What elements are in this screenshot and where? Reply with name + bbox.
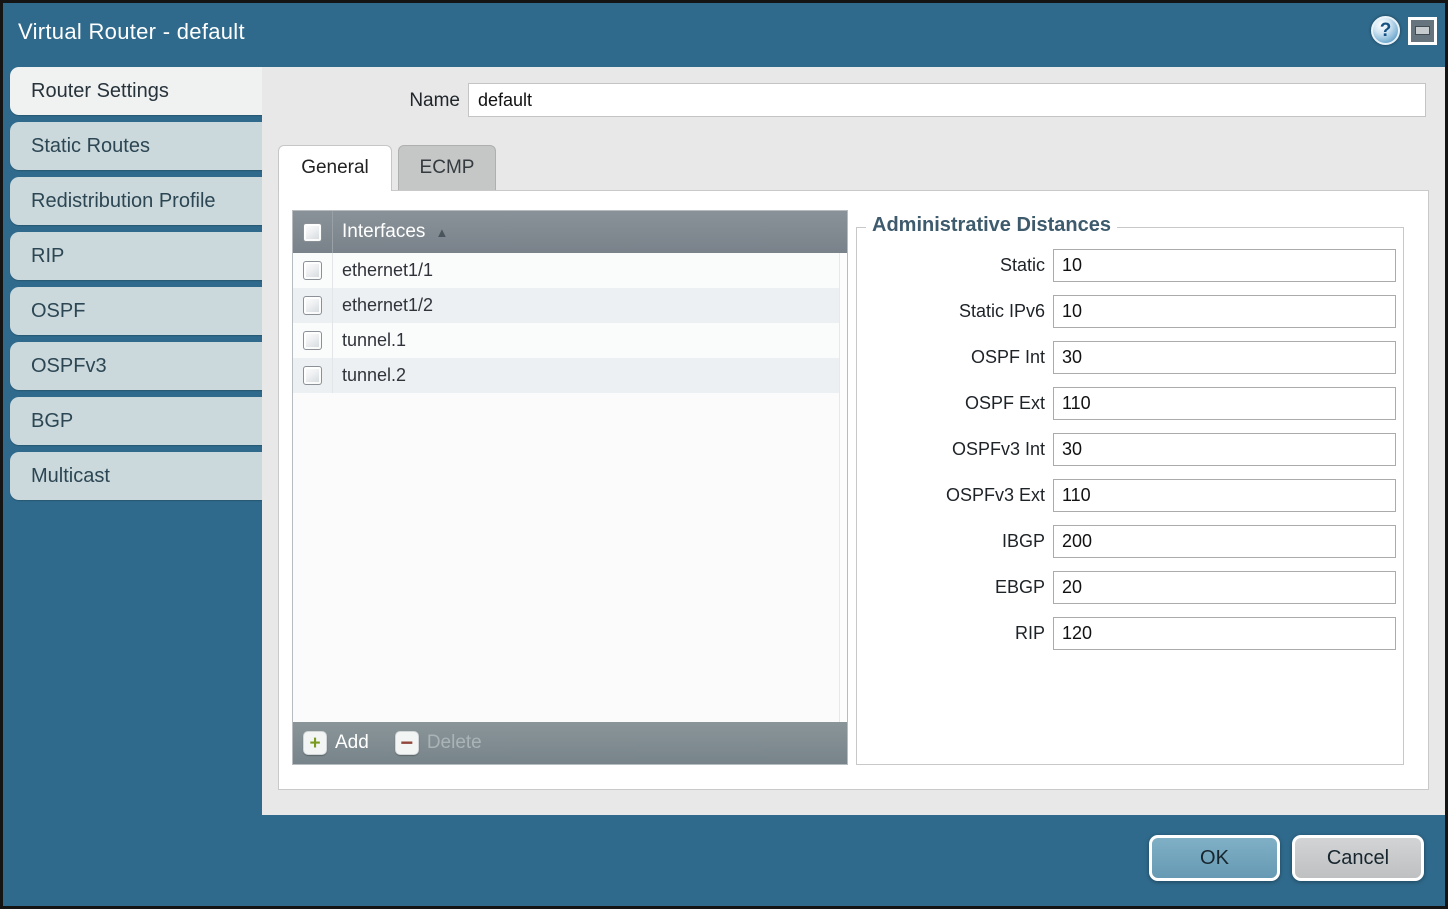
table-row[interactable]: ethernet1/2: [293, 288, 839, 323]
add-button[interactable]: + Add: [303, 731, 369, 755]
ibgp-input[interactable]: [1053, 525, 1396, 558]
static-label: Static: [870, 255, 1045, 276]
row-checkbox[interactable]: [303, 366, 322, 385]
ospf-ext-input[interactable]: [1053, 387, 1396, 420]
ospf-int-input[interactable]: [1053, 341, 1396, 374]
interface-name: tunnel.2: [333, 365, 406, 386]
tab-general[interactable]: General: [278, 145, 392, 191]
static-ipv6-label: Static IPv6: [870, 301, 1045, 322]
dialog-title: Virtual Router - default: [18, 19, 245, 45]
ospfv3-int-label: OSPFv3 Int: [870, 439, 1045, 460]
field-row-ospf-ext: OSPF Ext: [870, 387, 1403, 420]
sidebar-item-ospf[interactable]: OSPF: [10, 287, 262, 335]
sort-ascending-icon[interactable]: ▲: [435, 225, 448, 240]
ospfv3-int-input[interactable]: [1053, 433, 1396, 466]
field-row-ospfv3-int: OSPFv3 Int: [870, 433, 1403, 466]
restore-window-icon-pane: [1415, 26, 1430, 35]
ebgp-input[interactable]: [1053, 571, 1396, 604]
sidebar-item-rip[interactable]: RIP: [10, 232, 262, 280]
field-row-static: Static: [870, 249, 1403, 282]
field-row-static-ipv6: Static IPv6: [870, 295, 1403, 328]
add-button-label: Add: [335, 732, 369, 754]
name-label: Name: [360, 90, 460, 112]
sidebar-item-multicast[interactable]: Multicast: [10, 452, 262, 500]
interfaces-table: Interfaces ▲ ethernet1/1 ethernet1/2: [292, 210, 848, 765]
ospf-ext-label: OSPF Ext: [870, 393, 1045, 414]
interface-name: ethernet1/2: [333, 295, 433, 316]
delete-button[interactable]: − Delete: [395, 731, 482, 755]
ospf-int-label: OSPF Int: [870, 347, 1045, 368]
name-input[interactable]: [468, 83, 1426, 117]
sidebar-item-redistribution-profile[interactable]: Redistribution Profile: [10, 177, 262, 225]
interface-name: tunnel.1: [333, 330, 406, 351]
row-checkbox[interactable]: [303, 331, 322, 350]
table-row[interactable]: ethernet1/1: [293, 253, 839, 288]
ibgp-label: IBGP: [870, 531, 1045, 552]
field-row-ibgp: IBGP: [870, 525, 1403, 558]
field-row-ospfv3-ext: OSPFv3 Ext: [870, 479, 1403, 512]
sidebar: Router Settings Static Routes Redistribu…: [10, 67, 262, 507]
sidebar-item-bgp[interactable]: BGP: [10, 397, 262, 445]
delete-button-label: Delete: [427, 732, 482, 754]
ospfv3-ext-input[interactable]: [1053, 479, 1396, 512]
cancel-button[interactable]: Cancel: [1292, 835, 1424, 881]
table-scrollbar-track[interactable]: [839, 253, 847, 722]
interface-name: ethernet1/1: [333, 260, 433, 281]
general-tab-panel: Interfaces ▲ ethernet1/1 ethernet1/2: [278, 190, 1429, 790]
sidebar-item-ospfv3[interactable]: OSPFv3: [10, 342, 262, 390]
select-all-checkbox[interactable]: [303, 223, 322, 242]
help-icon[interactable]: ?: [1371, 16, 1400, 45]
administrative-distances-fieldset: Administrative Distances Static Static I…: [856, 227, 1404, 765]
field-row-ospf-int: OSPF Int: [870, 341, 1403, 374]
administrative-distances-legend: Administrative Distances: [866, 214, 1117, 237]
interfaces-column-header[interactable]: Interfaces: [342, 221, 425, 243]
ospfv3-ext-label: OSPFv3 Ext: [870, 485, 1045, 506]
plus-icon: +: [303, 731, 327, 755]
row-checkbox[interactable]: [303, 296, 322, 315]
interfaces-table-footer: + Add − Delete: [293, 722, 847, 764]
interfaces-table-header: Interfaces ▲: [293, 211, 847, 253]
table-row[interactable]: tunnel.1: [293, 323, 839, 358]
virtual-router-dialog: Virtual Router - default ? Router Settin…: [0, 0, 1448, 909]
rip-input[interactable]: [1053, 617, 1396, 650]
static-input[interactable]: [1053, 249, 1396, 282]
sidebar-item-router-settings[interactable]: Router Settings: [10, 67, 262, 115]
field-row-rip: RIP: [870, 617, 1403, 650]
ebgp-label: EBGP: [870, 577, 1045, 598]
table-row[interactable]: tunnel.2: [293, 358, 839, 393]
row-checkbox[interactable]: [303, 261, 322, 280]
restore-window-icon[interactable]: [1408, 17, 1437, 45]
static-ipv6-input[interactable]: [1053, 295, 1396, 328]
rip-label: RIP: [870, 623, 1045, 644]
sidebar-item-static-routes[interactable]: Static Routes: [10, 122, 262, 170]
router-settings-page: Name General ECMP Interfaces ▲: [262, 67, 1445, 815]
interfaces-table-body: ethernet1/1 ethernet1/2 tunnel.1 tunnel.…: [293, 253, 839, 393]
ok-button[interactable]: OK: [1149, 835, 1280, 881]
minus-icon: −: [395, 731, 419, 755]
field-row-ebgp: EBGP: [870, 571, 1403, 604]
tab-ecmp[interactable]: ECMP: [398, 145, 496, 191]
